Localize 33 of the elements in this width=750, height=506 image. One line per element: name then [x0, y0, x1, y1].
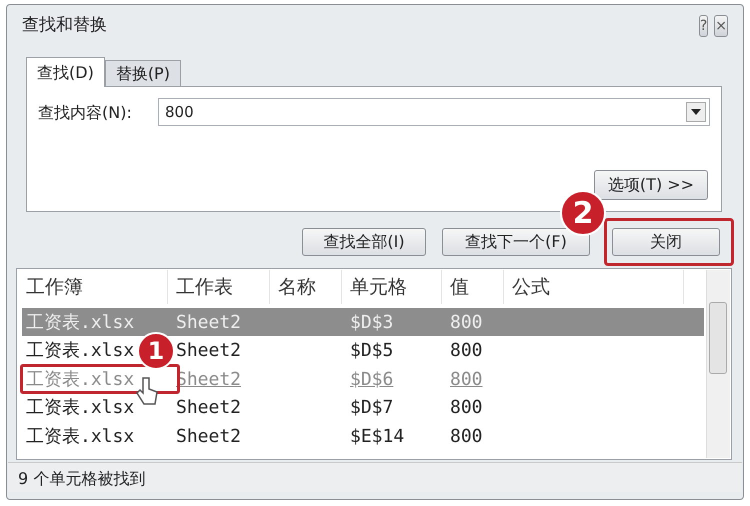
table-cell[interactable]: 工资表.xlsx [26, 426, 134, 446]
table-cell[interactable]: 800 [450, 397, 483, 418]
table-cell[interactable]: 工资表.xlsx [26, 397, 134, 418]
column-header[interactable]: 单元格 [342, 270, 442, 304]
hand-cursor-icon [136, 376, 158, 406]
find-all-button[interactable]: 查找全部(I) [302, 228, 426, 256]
column-header[interactable]: 工作簿 [18, 270, 168, 304]
status-text: 9 个单元格被找到 [18, 468, 146, 490]
tab[interactable]: 查找(D) [26, 57, 105, 87]
table-cell[interactable]: Sheet2 [176, 426, 242, 446]
table-cell[interactable]: 800 [450, 426, 483, 446]
dropdown-icon[interactable] [686, 102, 706, 122]
table-cell[interactable]: 800 [450, 340, 483, 361]
options-button[interactable]: 选项(T) >> [594, 170, 708, 200]
column-header[interactable]: 名称 [270, 270, 342, 304]
table-cell[interactable]: $D$7 [350, 397, 394, 418]
close-dialog-button[interactable]: 关闭 [612, 228, 720, 256]
scroll-thumb[interactable] [709, 302, 727, 374]
table-cell[interactable]: 工资表.xlsx [26, 340, 134, 361]
window-title: 查找和替换 [22, 14, 107, 38]
table-cell[interactable]: $D$5 [350, 340, 394, 361]
table-cell[interactable]: Sheet2 [176, 340, 242, 361]
column-header[interactable]: 值 [442, 270, 504, 304]
field-label: 查找内容(N): [38, 102, 132, 124]
column-header[interactable]: 公式 [504, 270, 684, 304]
find-next-button[interactable]: 查找下一个(F) [442, 228, 590, 256]
column-header[interactable]: 工作表 [168, 270, 270, 304]
tab[interactable]: 替换(P) [104, 60, 181, 86]
table-cell[interactable]: Sheet2 [176, 397, 242, 418]
find-field[interactable]: 800 [158, 98, 710, 126]
scrollbar[interactable] [706, 270, 730, 458]
close-button[interactable]: × [714, 15, 728, 37]
table-cell[interactable]: $E$14 [350, 426, 404, 446]
